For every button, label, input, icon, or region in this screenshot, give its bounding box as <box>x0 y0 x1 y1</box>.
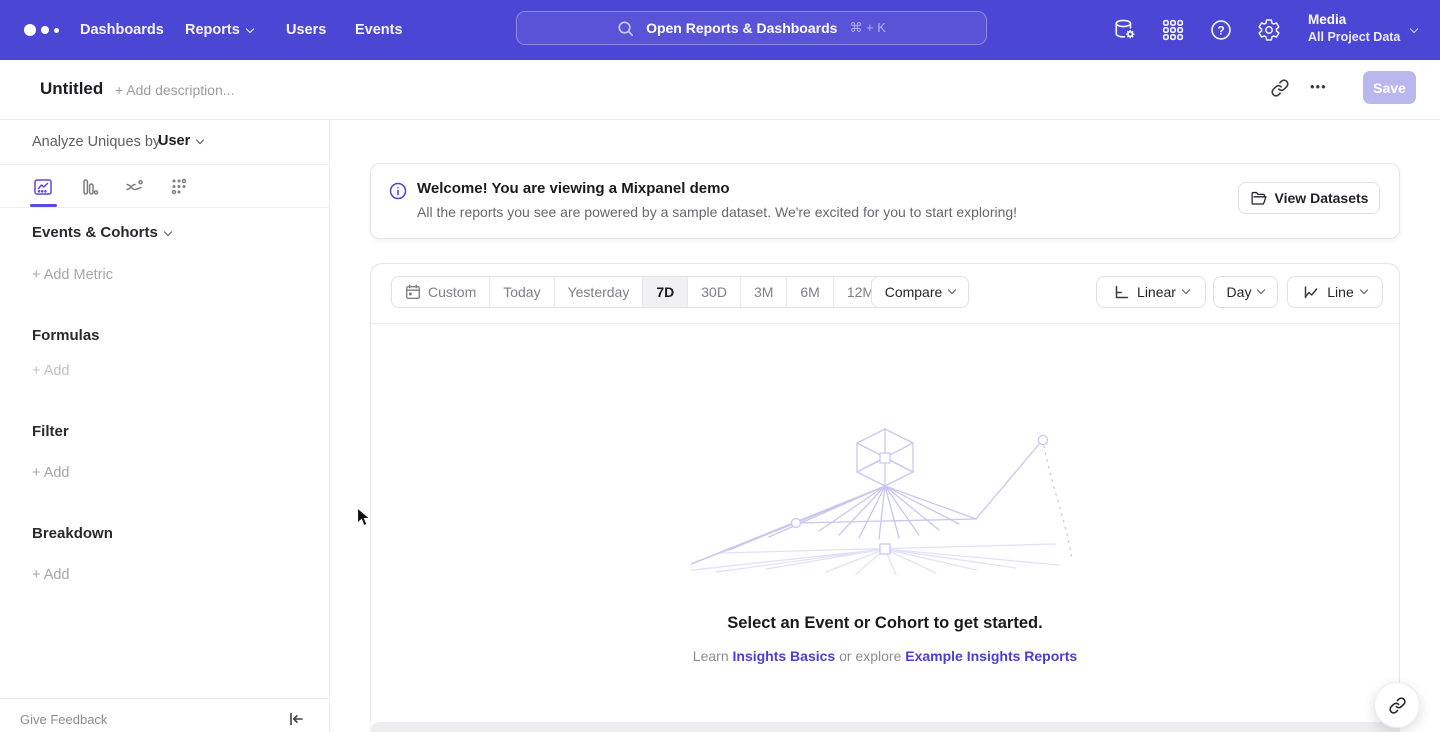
report-description-placeholder[interactable]: + Add description... <box>115 82 234 98</box>
chevron-down-icon <box>1182 286 1190 294</box>
analyze-by-selector[interactable]: User <box>158 133 203 149</box>
nav-events[interactable]: Events <box>355 0 403 60</box>
give-feedback-link[interactable]: Give Feedback <box>20 712 107 727</box>
empty-state-hint: Learn Insights Basics or explore Example… <box>371 648 1399 664</box>
mixpanel-logo-icon[interactable] <box>24 24 64 36</box>
viz-tab-metric-grid[interactable] <box>168 176 190 198</box>
svg-text:?: ? <box>1217 23 1224 37</box>
copy-link-icon[interactable] <box>1270 78 1292 100</box>
info-icon <box>389 182 407 200</box>
query-builder-sidebar: Analyze Uniques by User <box>0 120 330 732</box>
nav-users[interactable]: Users <box>286 0 326 60</box>
date-range-today[interactable]: Today <box>489 277 553 307</box>
controls-divider <box>371 323 1399 324</box>
project-scope: All Project Data <box>1308 30 1400 44</box>
chevron-down-icon <box>196 136 204 144</box>
data-management-icon[interactable] <box>1113 18 1137 42</box>
empty-state-title: Select an Event or Cohort to get started… <box>371 614 1399 633</box>
chevron-down-icon <box>1410 25 1418 33</box>
link-icon <box>1388 696 1407 715</box>
compare-dropdown[interactable]: Compare <box>871 276 969 308</box>
share-link-fab[interactable] <box>1374 682 1420 728</box>
folder-icon <box>1250 190 1267 207</box>
settings-icon[interactable] <box>1257 18 1281 42</box>
visualization-tabs <box>0 165 330 208</box>
project-name: Media <box>1308 12 1400 27</box>
top-nav: Dashboards Reports Users Events Open Rep… <box>0 0 1440 60</box>
analyze-label: Analyze Uniques by <box>32 134 160 150</box>
date-range-3m[interactable]: 3M <box>740 277 786 307</box>
section-formulas: Formulas <box>32 327 100 344</box>
welcome-banner: Welcome! You are viewing a Mixpanel demo… <box>370 163 1400 239</box>
add-formula-button[interactable]: + Add <box>32 363 70 379</box>
project-switcher[interactable]: Media All Project Data <box>1308 12 1400 44</box>
viz-tab-flows[interactable] <box>123 176 145 198</box>
date-range-picker: Custom Today Yesterday 7D 30D 3M 6M 12M <box>391 276 888 308</box>
add-breakdown-button[interactable]: + Add <box>32 567 70 583</box>
date-range-7d[interactable]: 7D <box>642 277 687 307</box>
date-range-6m[interactable]: 6M <box>786 277 832 307</box>
nav-reports[interactable]: Reports <box>185 0 253 60</box>
viz-tab-bar-chart[interactable] <box>78 176 100 198</box>
apps-grid-icon[interactable] <box>1161 18 1185 42</box>
insights-report-card: Custom Today Yesterday 7D 30D 3M 6M 12M … <box>370 263 1400 722</box>
analyze-row: Analyze Uniques by User <box>0 120 330 165</box>
date-range-custom[interactable]: Custom <box>392 277 489 307</box>
chevron-down-icon <box>164 228 172 236</box>
banner-title: Welcome! You are viewing a Mixpanel demo <box>417 180 730 197</box>
add-filter-button[interactable]: + Add <box>32 465 70 481</box>
sidebar-footer-divider <box>0 698 330 699</box>
example-reports-link[interactable]: Example Insights Reports <box>905 648 1077 664</box>
view-datasets-button[interactable]: View Datasets <box>1238 182 1380 214</box>
interval-dropdown[interactable]: Day <box>1213 276 1278 308</box>
section-events-cohorts[interactable]: Events & Cohorts <box>32 224 171 241</box>
line-chart-icon <box>1303 284 1320 301</box>
scale-dropdown[interactable]: Linear <box>1096 276 1206 308</box>
search-icon <box>617 20 634 37</box>
empty-state-illustration <box>691 422 1081 577</box>
search-shortcut: ⌘ + K <box>849 20 886 36</box>
viz-tab-line-chart[interactable] <box>32 176 54 198</box>
date-range-30d[interactable]: 30D <box>687 277 740 307</box>
search-placeholder: Open Reports & Dashboards <box>646 20 837 36</box>
more-options-icon[interactable]: ••• <box>1310 79 1327 94</box>
section-breakdown: Breakdown <box>32 525 113 542</box>
chevron-down-icon <box>246 25 254 33</box>
next-section-peek[interactable] <box>370 722 1400 732</box>
report-header: Untitled + Add description... <box>0 60 1440 120</box>
help-icon[interactable]: ? <box>1209 18 1233 42</box>
save-button[interactable]: Save <box>1363 71 1416 104</box>
nav-dashboards[interactable]: Dashboards <box>80 0 164 60</box>
report-title[interactable]: Untitled <box>40 79 103 99</box>
active-tab-underline <box>30 204 57 208</box>
chevron-down-icon <box>1359 286 1367 294</box>
section-filter: Filter <box>32 423 69 440</box>
linear-axis-icon <box>1113 284 1130 301</box>
date-range-yesterday[interactable]: Yesterday <box>554 277 643 307</box>
banner-subtitle: All the reports you see are powered by a… <box>417 204 1017 220</box>
chart-type-dropdown[interactable]: Line <box>1287 276 1383 308</box>
collapse-sidebar-icon[interactable] <box>286 709 306 729</box>
insights-basics-link[interactable]: Insights Basics <box>733 648 836 664</box>
chevron-down-icon <box>1257 286 1265 294</box>
chevron-down-icon <box>948 286 956 294</box>
calendar-icon <box>405 284 421 300</box>
global-search-input[interactable]: Open Reports & Dashboards ⌘ + K <box>516 11 987 45</box>
add-metric-button[interactable]: + Add Metric <box>32 267 113 283</box>
